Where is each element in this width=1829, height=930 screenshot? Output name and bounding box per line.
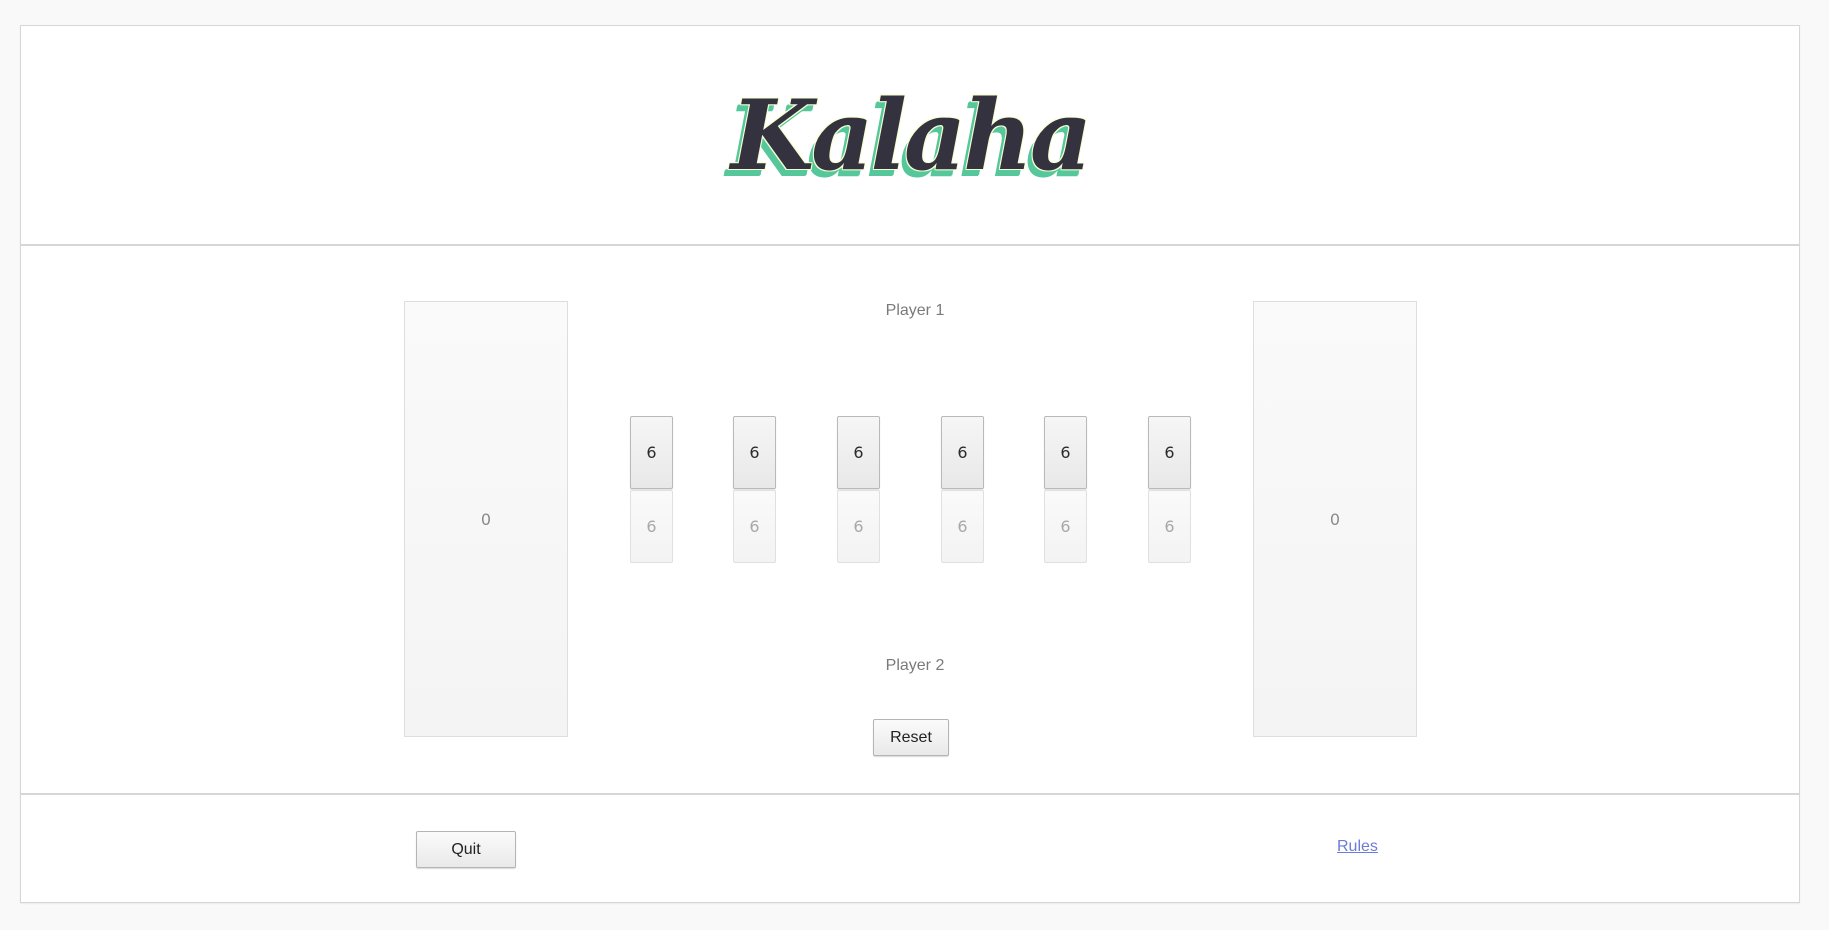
reset-button[interactable]: Reset [873, 719, 949, 756]
player1-pit-5[interactable]: 6 [1044, 416, 1087, 489]
player2-pit-5: 6 [1044, 490, 1087, 563]
player2-pit-1: 6 [630, 490, 673, 563]
store-right: 0 [1253, 301, 1417, 737]
player2-pit-4: 6 [941, 490, 984, 563]
player2-pit-6: 6 [1148, 490, 1191, 563]
player1-pit-4[interactable]: 6 [941, 416, 984, 489]
player2-label: Player 2 [885, 657, 945, 674]
store-left-count: 0 [480, 509, 492, 529]
store-right-count: 0 [1329, 509, 1341, 529]
rules-link[interactable]: Rules [1337, 838, 1378, 856]
footer-panel: Quit Rules [20, 794, 1800, 903]
player2-pit-3: 6 [837, 490, 880, 563]
game-board: 0 Player 1 6 6 6 6 6 6 6 6 6 6 6 6 Playe… [20, 245, 1800, 794]
player1-pit-1[interactable]: 6 [630, 416, 673, 489]
player2-pit-2: 6 [733, 490, 776, 563]
kalaha-logo: Kalaha [730, 79, 1092, 192]
player1-label: Player 1 [885, 302, 945, 319]
player1-pit-6[interactable]: 6 [1148, 416, 1191, 489]
player1-pit-3[interactable]: 6 [837, 416, 880, 489]
header-panel: Kalaha [20, 25, 1800, 245]
quit-button[interactable]: Quit [416, 831, 516, 868]
player1-pit-2[interactable]: 6 [733, 416, 776, 489]
